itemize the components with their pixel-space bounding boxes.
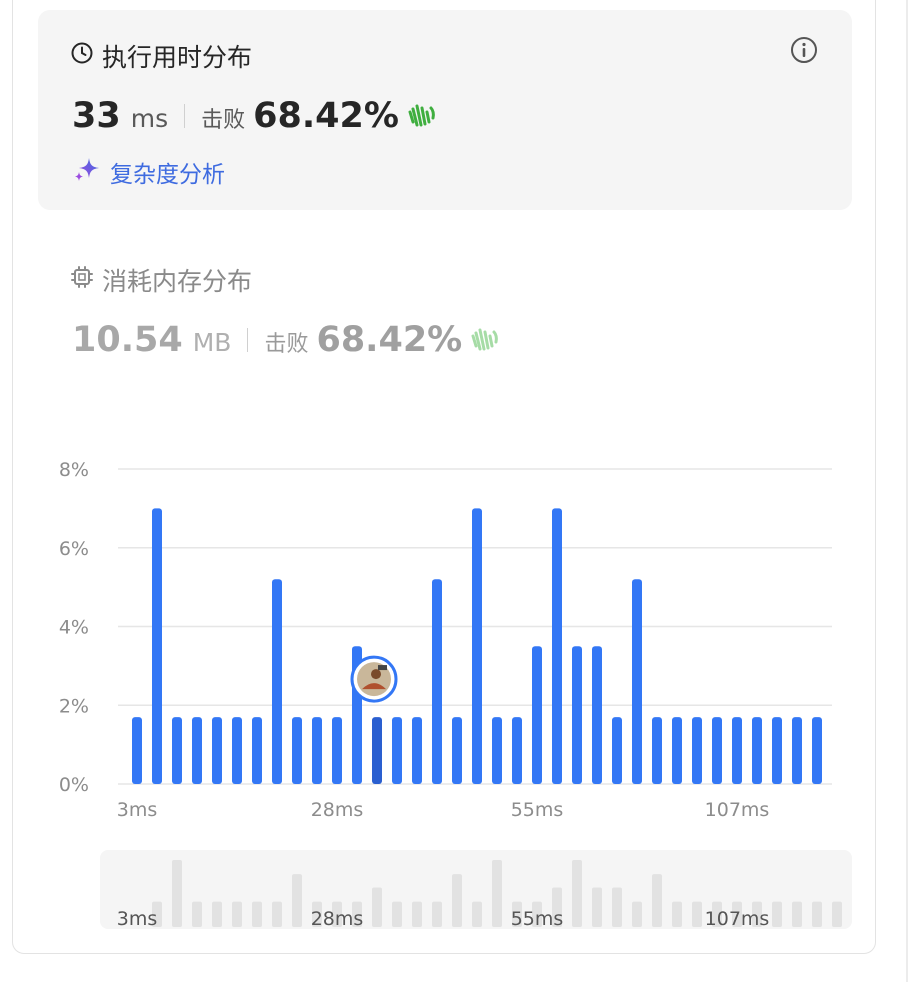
mini-bar bbox=[232, 901, 242, 927]
bar[interactable] bbox=[772, 717, 782, 784]
mini-bar bbox=[632, 901, 642, 927]
bar[interactable] bbox=[792, 717, 802, 784]
bar[interactable] bbox=[752, 717, 762, 784]
bar[interactable] bbox=[472, 508, 482, 784]
bar[interactable] bbox=[592, 646, 602, 784]
bar[interactable] bbox=[412, 717, 422, 784]
mini-bar bbox=[832, 901, 842, 927]
mini-bar bbox=[412, 901, 422, 927]
mini-bar bbox=[492, 860, 502, 927]
mini-bar bbox=[172, 860, 182, 927]
bar[interactable] bbox=[172, 717, 182, 784]
bar[interactable] bbox=[532, 646, 542, 784]
mini-bar bbox=[612, 887, 622, 927]
bar[interactable] bbox=[652, 717, 662, 784]
mini-x-tick-label: 107ms bbox=[705, 908, 770, 930]
bar[interactable] bbox=[432, 579, 442, 784]
mini-bar bbox=[672, 901, 682, 927]
bar[interactable] bbox=[392, 717, 402, 784]
mini-x-tick-label: 55ms bbox=[511, 908, 564, 930]
bar[interactable] bbox=[672, 717, 682, 784]
mini-bar bbox=[192, 901, 202, 927]
x-tick-label: 28ms bbox=[311, 799, 364, 821]
bar[interactable] bbox=[552, 508, 562, 784]
bar[interactable] bbox=[632, 579, 642, 784]
mini-bar bbox=[572, 860, 582, 927]
y-tick-label: 6% bbox=[59, 538, 89, 560]
x-tick-label: 55ms bbox=[511, 799, 564, 821]
bar[interactable] bbox=[212, 717, 222, 784]
x-tick-label: 3ms bbox=[117, 799, 158, 821]
bar[interactable] bbox=[732, 717, 742, 784]
bar[interactable] bbox=[452, 717, 462, 784]
bar[interactable] bbox=[232, 717, 242, 784]
x-tick-label: 107ms bbox=[705, 799, 770, 821]
mini-bar bbox=[592, 887, 602, 927]
mini-bar bbox=[652, 874, 662, 927]
mini-bar bbox=[212, 901, 222, 927]
mini-bar bbox=[472, 901, 482, 927]
bar[interactable] bbox=[312, 717, 322, 784]
bar[interactable] bbox=[712, 717, 722, 784]
y-tick-label: 0% bbox=[59, 774, 89, 796]
user-avatar-marker[interactable] bbox=[350, 655, 398, 703]
bar[interactable] bbox=[332, 717, 342, 784]
mini-bar bbox=[452, 874, 462, 927]
bar[interactable] bbox=[372, 717, 382, 784]
runtime-distribution-chart[interactable]: 0% 2% 4% 6% 8% 3ms 28ms 55ms 107ms 3ms 28ms 55ms 1… bbox=[0, 0, 914, 982]
mini-bar bbox=[692, 901, 702, 927]
mini-bar bbox=[372, 887, 382, 927]
mini-bar bbox=[272, 901, 282, 927]
bar[interactable] bbox=[612, 717, 622, 784]
y-tick-label: 2% bbox=[59, 695, 89, 717]
mini-bar bbox=[392, 901, 402, 927]
bar[interactable] bbox=[192, 717, 202, 784]
bar[interactable] bbox=[812, 717, 822, 784]
bar[interactable] bbox=[572, 646, 582, 784]
y-tick-label: 8% bbox=[59, 459, 89, 481]
y-tick-label: 4% bbox=[59, 617, 89, 639]
bar[interactable] bbox=[272, 579, 282, 784]
bar[interactable] bbox=[132, 717, 142, 784]
mini-bar bbox=[432, 901, 442, 927]
bar[interactable] bbox=[512, 717, 522, 784]
bar[interactable] bbox=[492, 717, 502, 784]
mini-x-tick-label: 3ms bbox=[117, 908, 158, 930]
bar[interactable] bbox=[152, 508, 162, 784]
bar[interactable] bbox=[252, 717, 262, 784]
bar[interactable] bbox=[292, 717, 302, 784]
mini-x-tick-label: 28ms bbox=[311, 908, 364, 930]
mini-bar bbox=[292, 874, 302, 927]
mini-bar bbox=[772, 901, 782, 927]
mini-bar bbox=[252, 901, 262, 927]
mini-bar bbox=[792, 901, 802, 927]
mini-bar bbox=[812, 901, 822, 927]
bar[interactable] bbox=[692, 717, 702, 784]
